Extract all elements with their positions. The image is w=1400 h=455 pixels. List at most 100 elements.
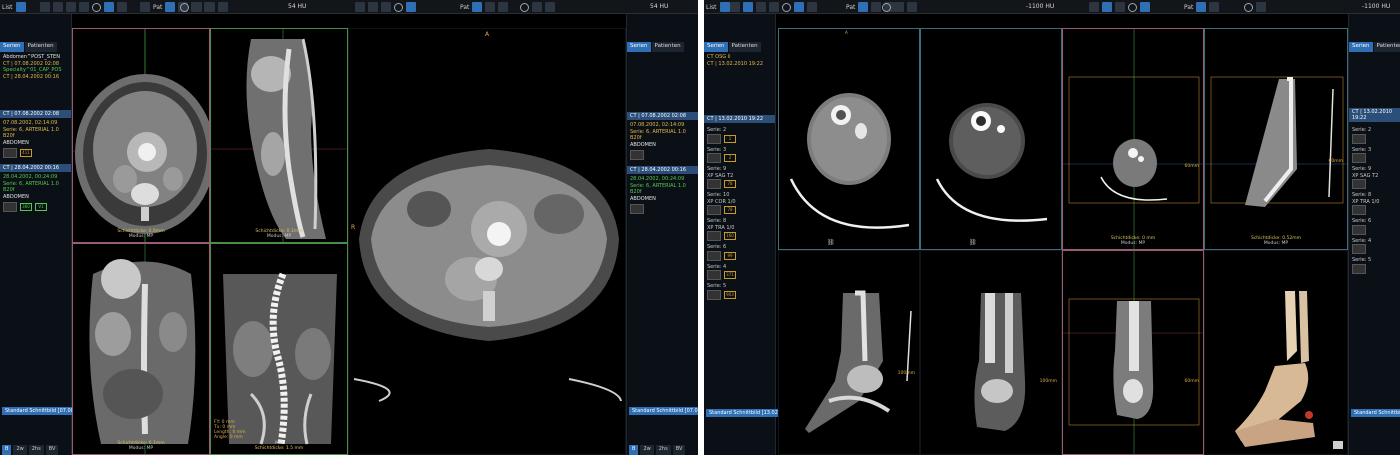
series-header[interactable]: CT | 28.04.2002 00:16 [627, 166, 698, 174]
tab-patients[interactable]: Patienten [1373, 42, 1400, 52]
head-icon[interactable] [192, 2, 202, 12]
series-thumbnail[interactable] [707, 250, 721, 261]
bottom-tab[interactable]: B [2, 445, 12, 455]
series-thumbnail[interactable] [630, 150, 644, 160]
series-thumbnail[interactable] [1352, 179, 1366, 189]
tab-series[interactable]: Serien [1349, 42, 1373, 52]
camera-icon[interactable] [40, 2, 50, 12]
ruler-icon[interactable] [807, 2, 817, 12]
rotate-icon[interactable] [520, 2, 529, 12]
series-thumbnail[interactable] [1352, 133, 1366, 144]
viewport-coronal-bone[interactable]: 100mm [920, 250, 1062, 455]
study-entry[interactable]: CT | 28.04.2002 00:16 [3, 74, 68, 81]
link-icon[interactable]: ⛓ [969, 239, 977, 246]
viewport-axial-small[interactable]: Schichtdicke: 0.6mm Modus: MP [72, 28, 210, 243]
series-header[interactable]: CT | 07.08.2002 02:08 [627, 112, 698, 120]
head-icon[interactable] [894, 2, 904, 12]
series-thumbnail[interactable] [707, 153, 721, 163]
viewport-coronal[interactable]: Schichtdicke: 0.1mm Modus: MP [72, 243, 210, 455]
crosshair-icon[interactable] [794, 2, 804, 12]
tab-patients[interactable]: Patienten [651, 42, 684, 52]
circle-roi-icon[interactable] [394, 2, 403, 12]
viewport-sagittal[interactable]: Schichtdicke: 0.1mm Modus: MP [210, 28, 348, 243]
standard-slice-button[interactable]: Standard Schnittbild [07.08.0 [2, 407, 82, 415]
series-header[interactable]: CT | 07.08.2002 02:08 [0, 110, 71, 118]
standard-slice-button[interactable]: Standard Schnittbild [1351, 409, 1400, 417]
settings-icon[interactable] [205, 2, 215, 12]
series-header[interactable]: CT | 13.02.2010 19:22 [1349, 108, 1400, 122]
series-thumbnail[interactable] [707, 133, 721, 144]
patient-label[interactable]: Pat [1184, 4, 1193, 11]
viewport-axial-large[interactable]: A R [348, 28, 626, 455]
standard-slice-button[interactable]: Standard Schnittbild [07.08.0 [629, 407, 698, 415]
circle-roi-icon[interactable] [92, 2, 101, 12]
series-thumbnail[interactable] [1352, 263, 1366, 274]
viewport-coronal-small[interactable]: 60mm [1062, 250, 1204, 455]
grid-3-icon[interactable] [498, 2, 509, 12]
tab-series[interactable]: Serien [704, 42, 728, 52]
series-thumbnail[interactable] [707, 179, 721, 189]
zoom-icon[interactable] [1115, 2, 1125, 12]
bottom-tab[interactable]: BV [672, 445, 686, 455]
camera-icon[interactable] [1089, 2, 1099, 12]
viewport-3d-rendering[interactable] [1204, 250, 1348, 455]
grid-1-icon[interactable] [858, 2, 869, 12]
series-header[interactable]: CT | 28.04.2002 00:16 [0, 164, 71, 172]
zoom-icon[interactable] [756, 2, 766, 12]
zoom-icon[interactable] [381, 2, 391, 12]
move-icon[interactable] [769, 2, 779, 12]
circle-roi-icon[interactable] [782, 2, 791, 12]
move-icon[interactable] [368, 2, 378, 12]
ruler-icon[interactable] [117, 2, 127, 12]
bottom-tab[interactable]: 2hs [655, 445, 671, 455]
series-thumbnail[interactable] [707, 270, 721, 280]
tab-patients[interactable]: Patienten [728, 42, 761, 52]
zoom-icon[interactable] [66, 2, 76, 12]
series-thumbnail[interactable] [707, 205, 721, 215]
patient-name[interactable]: Abdomen^POST_STEN [3, 54, 68, 61]
viewport-coronal-mip[interactable]: FY: 0 mm Tx: 0 mm Length: 0 mm Angle: 0 … [210, 243, 348, 455]
series-thumbnail[interactable] [1352, 153, 1366, 163]
grid-1-icon[interactable] [165, 2, 176, 12]
standard-slice-button[interactable]: Standard Schnittbild [13.02.2 [706, 409, 786, 417]
list-label[interactable]: List [706, 4, 717, 11]
study-entry[interactable]: CT | 13.02.2010 19:22 [707, 61, 772, 68]
head-icon[interactable] [1256, 2, 1266, 12]
bottom-tab[interactable]: 2hs [28, 445, 44, 455]
grid-1-icon[interactable] [1196, 2, 1207, 12]
viewport-sagittal-bone[interactable]: 100mm [778, 250, 920, 455]
camera-icon[interactable] [355, 2, 365, 12]
bottom-tab[interactable]: B [629, 445, 639, 455]
rotate-icon[interactable] [1244, 2, 1253, 12]
camera-icon[interactable] [730, 2, 740, 12]
series-header[interactable]: CT | 13.02.2010 19:22 [704, 115, 775, 123]
viewport-sagittal[interactable]: 60mm Schichtdicke: 0.52mm Modus: MP [1204, 28, 1348, 250]
layout-icon[interactable] [719, 2, 730, 12]
move-icon[interactable] [53, 2, 63, 12]
grid-2-icon[interactable] [485, 2, 496, 12]
rotate-icon[interactable] [180, 2, 189, 12]
grid-1-icon[interactable] [472, 2, 483, 12]
share-icon[interactable] [218, 2, 228, 12]
crosshair-icon[interactable] [104, 2, 114, 12]
series-thumbnail[interactable] [707, 231, 721, 241]
patient-label[interactable]: Pat [153, 4, 162, 11]
window-level-icon[interactable] [743, 2, 753, 12]
circle-roi-icon[interactable] [1128, 2, 1137, 12]
series-thumbnail[interactable] [3, 202, 17, 212]
head-icon[interactable] [532, 2, 542, 12]
patient-label[interactable]: Pat [846, 4, 855, 11]
patient-label[interactable]: Pat [460, 4, 469, 11]
bottom-tab[interactable]: 2w [13, 445, 27, 455]
rotate-icon[interactable] [882, 2, 891, 12]
tab-series[interactable]: Serien [0, 42, 24, 52]
window-level-icon[interactable] [79, 2, 89, 12]
bottom-tab[interactable]: BV [45, 445, 59, 455]
window-level-icon[interactable] [1102, 2, 1112, 12]
series-thumbnail[interactable] [1352, 205, 1366, 215]
study-entry[interactable]: Specialty^01_CAP_POS [3, 67, 68, 74]
layout-icon[interactable] [15, 2, 26, 12]
tab-series[interactable]: Serien [627, 42, 651, 52]
grid-2-icon[interactable] [871, 2, 882, 12]
link-icon[interactable]: ⛓ [827, 239, 835, 246]
